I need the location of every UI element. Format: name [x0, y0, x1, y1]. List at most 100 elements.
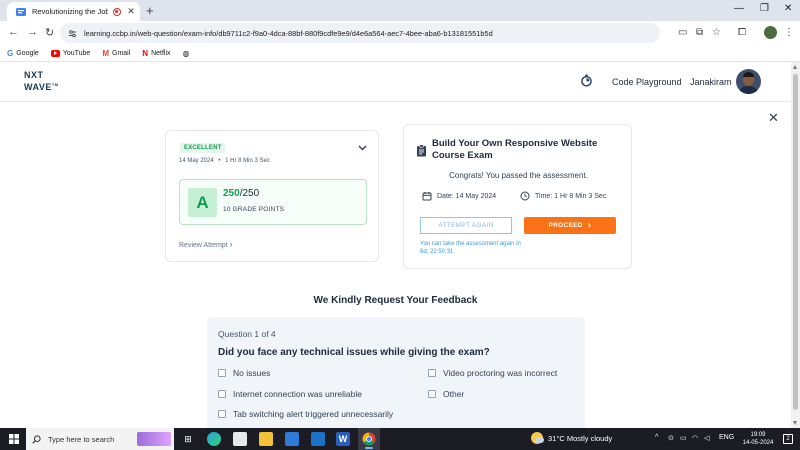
- option-label: Other: [443, 389, 465, 399]
- window-close-icon[interactable]: ✕: [784, 3, 792, 14]
- back-icon[interactable]: ←: [8, 26, 19, 38]
- language-indicator[interactable]: ENG: [719, 434, 734, 441]
- task-view-icon[interactable]: ⊞: [181, 432, 195, 446]
- close-page-icon[interactable]: ✕: [768, 110, 779, 126]
- avatar-hair: [743, 72, 754, 77]
- score-obtained: 250: [223, 188, 240, 199]
- edge-icon[interactable]: [207, 432, 221, 446]
- store-icon[interactable]: [233, 432, 247, 446]
- bookmark-netflix[interactable]: N Netflix: [142, 49, 170, 58]
- globe-icon: ◍: [182, 48, 190, 58]
- attempt-again-button[interactable]: ATTEMPT AGAIN: [420, 217, 512, 234]
- weather-widget[interactable]: 31°C Mostly cloudy: [531, 432, 612, 444]
- logo-tm: TM: [51, 82, 59, 87]
- word-icon[interactable]: W: [336, 432, 350, 446]
- bookmark-gmail[interactable]: M Gmail: [102, 49, 130, 58]
- checkbox-icon[interactable]: [218, 369, 226, 377]
- file-explorer-icon[interactable]: [259, 432, 273, 446]
- battery-icon[interactable]: ▭: [680, 434, 687, 442]
- recording-icon: [113, 7, 121, 16]
- url-input[interactable]: learning.ccbp.in/web-question/exam-info/…: [60, 23, 660, 43]
- course-card: Build Your Own Responsive Website Course…: [403, 124, 632, 269]
- volume-icon[interactable]: ◁: [704, 434, 709, 442]
- option-checkbox[interactable]: No issues: [218, 368, 270, 378]
- dropbox-icon[interactable]: [285, 432, 299, 446]
- result-date: 14 May 2024: [179, 158, 214, 164]
- code-playground-link[interactable]: Code Playground: [612, 77, 682, 87]
- retake-note: You can take the assessment again in 6d,…: [420, 241, 521, 255]
- gmail-icon: M: [102, 48, 109, 58]
- bookmark-globe[interactable]: ◍: [183, 49, 190, 58]
- option-checkbox[interactable]: Video proctoring was incorrect: [428, 368, 557, 378]
- video-camera-icon[interactable]: ▭: [678, 27, 687, 38]
- notification-icon[interactable]: 2: [783, 434, 793, 444]
- new-tab-icon[interactable]: +: [146, 3, 154, 18]
- bookmark-label: Netflix: [151, 49, 171, 57]
- scroll-down-icon[interactable]: [793, 421, 797, 425]
- option-label: Tab switching alert triggered unnecessar…: [233, 409, 394, 419]
- clock-icon: [520, 191, 530, 201]
- congrats-message: Congrats! You passed the assessment.: [449, 171, 588, 180]
- tab-close-icon[interactable]: ✕: [126, 6, 136, 17]
- checkbox-icon[interactable]: [218, 390, 226, 398]
- scrollbar-thumb[interactable]: [793, 74, 798, 410]
- question-text: Did you face any technical issues while …: [218, 347, 490, 358]
- minimize-icon[interactable]: —: [734, 3, 744, 14]
- taskbar-clock[interactable]: 19:09 14-05-2024: [738, 431, 778, 447]
- checkbox-icon[interactable]: [428, 390, 436, 398]
- clock-date: 14-05-2024: [742, 440, 774, 446]
- grade-points: 10 GRADE POINTS: [223, 206, 285, 213]
- extensions-icon[interactable]: ⧠: [738, 27, 746, 38]
- wifi-icon[interactable]: ◠: [692, 434, 698, 442]
- bookmark-label: YouTube: [62, 49, 91, 57]
- bookmarks-bar: G Google YouTube M Gmail N Netflix ◍: [0, 45, 800, 62]
- url-text: learning.ccbp.in/web-question/exam-info/…: [84, 28, 493, 38]
- calendar-icon: [422, 192, 432, 201]
- option-checkbox[interactable]: Other: [428, 389, 464, 399]
- youtube-icon: [50, 49, 60, 57]
- bookmark-youtube[interactable]: YouTube: [50, 49, 91, 57]
- stopwatch-icon[interactable]: [580, 74, 593, 87]
- network-icon[interactable]: ⊙: [668, 434, 674, 442]
- user-avatar[interactable]: [736, 69, 761, 94]
- nxtwave-logo[interactable]: NXT WAVETM: [24, 71, 59, 92]
- copilot-icon[interactable]: [137, 432, 171, 446]
- clock-time: 19:09: [750, 432, 766, 438]
- mail-icon[interactable]: [311, 432, 325, 446]
- review-attempt-link[interactable]: Review Attempt ›: [179, 239, 233, 249]
- taskbar-chrome-active[interactable]: [358, 428, 380, 450]
- weather-text: 31°C Mostly cloudy: [548, 433, 613, 443]
- forward-icon[interactable]: →: [27, 26, 38, 38]
- site-settings-icon[interactable]: [68, 29, 77, 38]
- question-card: Question 1 of 4 Did you face any technic…: [207, 317, 585, 428]
- bookmark-star-icon[interactable]: ☆: [712, 27, 721, 38]
- username: Janakiram: [690, 77, 732, 87]
- tray-chevron-up-icon[interactable]: ^: [655, 434, 658, 441]
- browser-tab-bar: Revolutionizing the Job Ma ✕ + — ❐ ✕: [0, 0, 800, 21]
- proceed-button[interactable]: PROCEED ›: [524, 217, 616, 234]
- checkbox-icon[interactable]: [218, 410, 226, 418]
- tab-title: Revolutionizing the Job Ma: [32, 7, 108, 16]
- chevron-right-icon: ›: [587, 220, 592, 231]
- reload-icon[interactable]: ↻: [45, 26, 54, 39]
- checkbox-icon[interactable]: [428, 369, 436, 377]
- score-box: A 250/250 10 GRADE POINTS: [179, 179, 367, 225]
- exam-date: Date: 14 May 2024: [422, 191, 496, 201]
- screen-share-icon[interactable]: ⧉: [696, 27, 703, 38]
- feedback-heading: We Kindly Request Your Feedback: [313, 295, 478, 306]
- option-checkbox[interactable]: Internet connection was unreliable: [218, 389, 362, 399]
- option-label: No issues: [233, 368, 271, 378]
- profile-avatar[interactable]: [764, 26, 777, 39]
- bookmark-google[interactable]: G Google: [7, 49, 39, 58]
- scroll-up-icon[interactable]: [793, 65, 797, 69]
- chevron-down-icon[interactable]: [358, 143, 367, 152]
- restore-icon[interactable]: ❐: [760, 3, 769, 14]
- browser-menu-icon[interactable]: ⋮: [784, 27, 794, 38]
- option-label: Video proctoring was incorrect: [443, 368, 558, 378]
- windows-start-icon[interactable]: [9, 434, 19, 444]
- page-scrollbar[interactable]: [791, 62, 800, 428]
- option-checkbox[interactable]: Tab switching alert triggered unnecessar…: [218, 409, 393, 419]
- ccbp-favicon-icon: [16, 7, 26, 16]
- search-icon: [32, 434, 41, 444]
- browser-tab[interactable]: Revolutionizing the Job Ma ✕: [7, 2, 140, 21]
